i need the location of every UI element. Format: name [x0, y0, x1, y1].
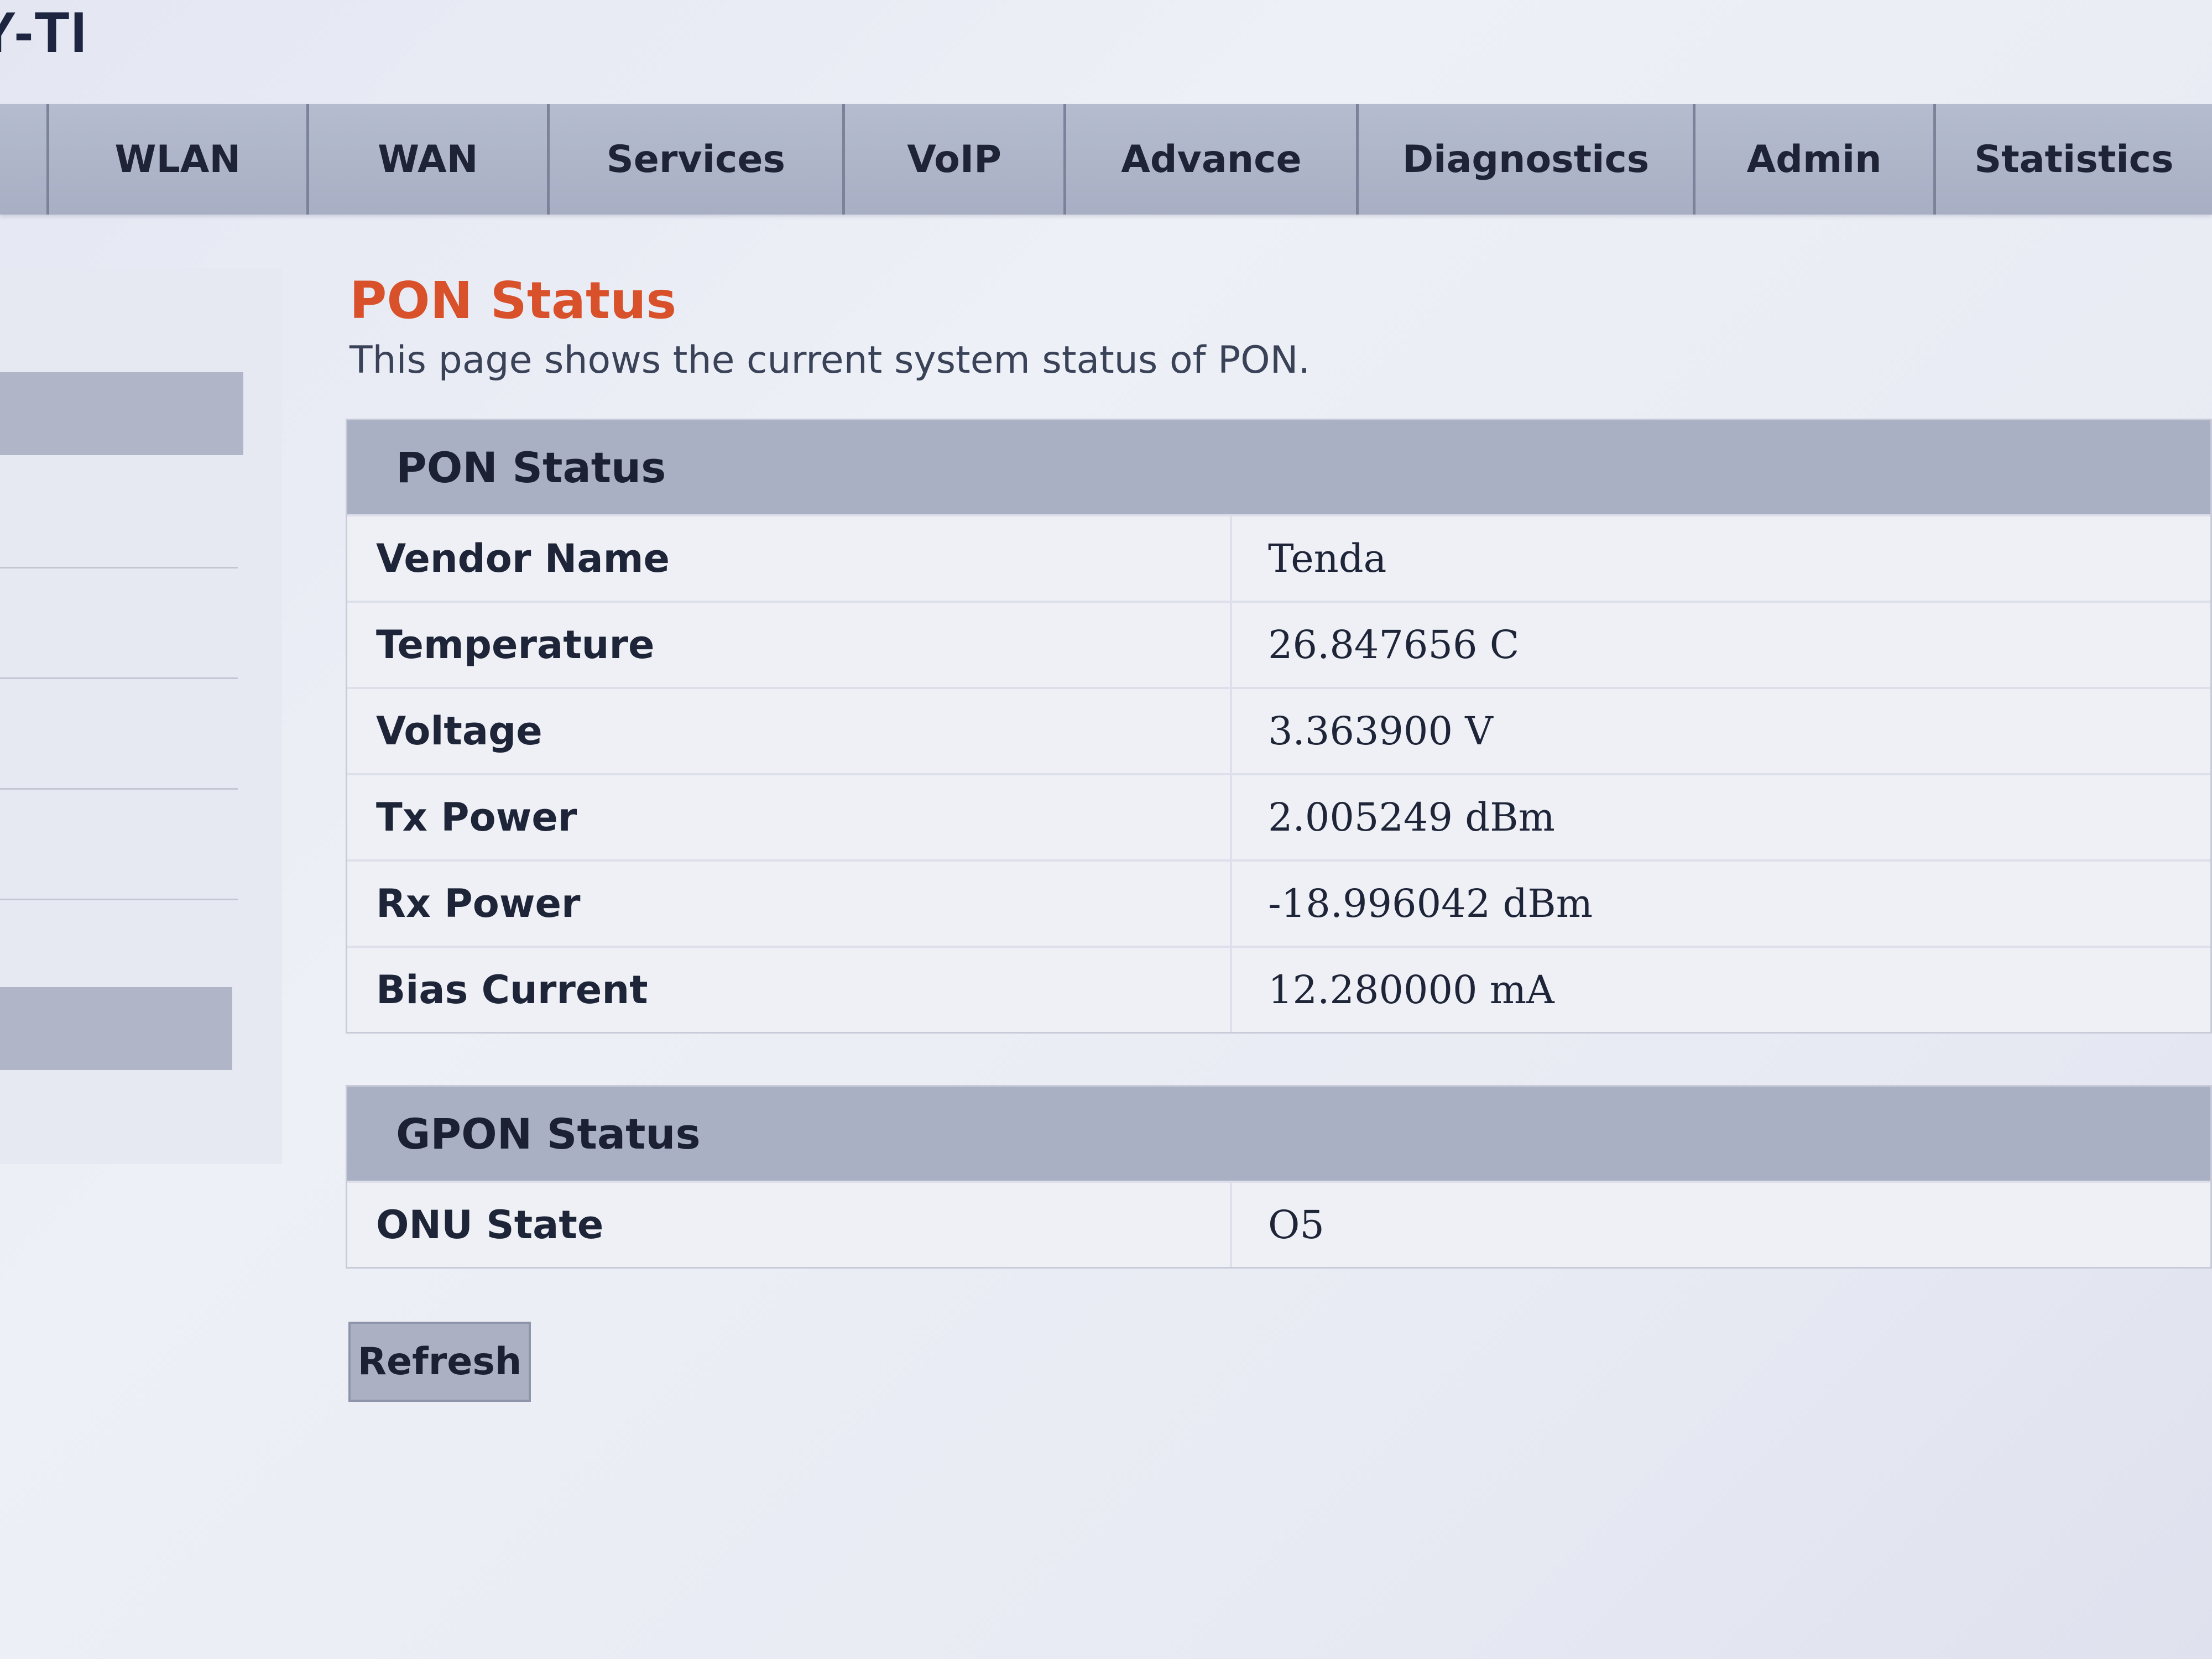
- nav-tab-admin[interactable]: Admin: [1695, 104, 1936, 215]
- top-nav: WLAN WAN Services VoIP Advance Diagnosti…: [0, 104, 2212, 215]
- table-row: Rx Power -18.996042 dBm: [347, 859, 2210, 946]
- page-description: This page shows the current system statu…: [349, 338, 1311, 382]
- pon-status-header: PON Status: [347, 420, 2210, 514]
- nav-tab-services[interactable]: Services: [550, 104, 845, 215]
- rx-power-value: -18.996042 dBm: [1268, 881, 1593, 926]
- refresh-button[interactable]: Refresh: [348, 1322, 531, 1402]
- sidebar: [0, 268, 282, 1164]
- table-row: Voltage 3.363900 V: [347, 687, 2210, 773]
- nav-tab-wlan[interactable]: WLAN: [49, 104, 309, 215]
- brand-logo: Y-TI: [0, 1, 88, 65]
- table-row: Temperature 26.847656 C: [347, 601, 2210, 687]
- nav-tab-voip[interactable]: VoIP: [845, 104, 1067, 215]
- vendor-name-value: Tenda: [1268, 536, 1387, 581]
- nav-start-divider: [0, 104, 50, 215]
- sidebar-divider: [0, 677, 238, 679]
- sidebar-item-highlighted[interactable]: [0, 987, 232, 1070]
- bias-current-value: 12.280000 mA: [1268, 967, 1554, 1013]
- bias-current-label: Bias Current: [347, 948, 1232, 1032]
- sidebar-divider: [0, 567, 238, 568]
- sidebar-divider: [0, 899, 238, 900]
- table-row: ONU State O5: [347, 1181, 2210, 1267]
- voltage-value: 3.363900 V: [1268, 708, 1493, 754]
- page-title: PON Status: [349, 271, 677, 330]
- onu-state-value: O5: [1268, 1202, 1324, 1248]
- nav-tab-diagnostics[interactable]: Diagnostics: [1359, 104, 1695, 215]
- table-row: Bias Current 12.280000 mA: [347, 946, 2210, 1032]
- nav-tab-wan[interactable]: WAN: [309, 104, 550, 215]
- temperature-value: 26.847656 C: [1268, 622, 1520, 667]
- tx-power-label: Tx Power: [347, 775, 1232, 859]
- onu-state-label: ONU State: [347, 1183, 1232, 1267]
- voltage-label: Voltage: [347, 689, 1232, 773]
- gpon-status-header: GPON Status: [347, 1087, 2210, 1181]
- sidebar-item-selected[interactable]: [0, 372, 243, 455]
- temperature-label: Temperature: [347, 603, 1232, 687]
- tx-power-value: 2.005249 dBm: [1268, 795, 1555, 840]
- nav-tab-advance[interactable]: Advance: [1066, 104, 1359, 215]
- pon-status-panel: PON Status Vendor Name Tenda Temperature…: [346, 419, 2212, 1034]
- vendor-name-label: Vendor Name: [347, 517, 1232, 601]
- table-row: Vendor Name Tenda: [347, 514, 2210, 601]
- sidebar-divider: [0, 788, 238, 790]
- nav-tab-statistics[interactable]: Statistics: [1936, 104, 2212, 215]
- gpon-status-panel: GPON Status ONU State O5: [346, 1085, 2212, 1269]
- table-row: Tx Power 2.005249 dBm: [347, 773, 2210, 859]
- rx-power-label: Rx Power: [347, 862, 1232, 946]
